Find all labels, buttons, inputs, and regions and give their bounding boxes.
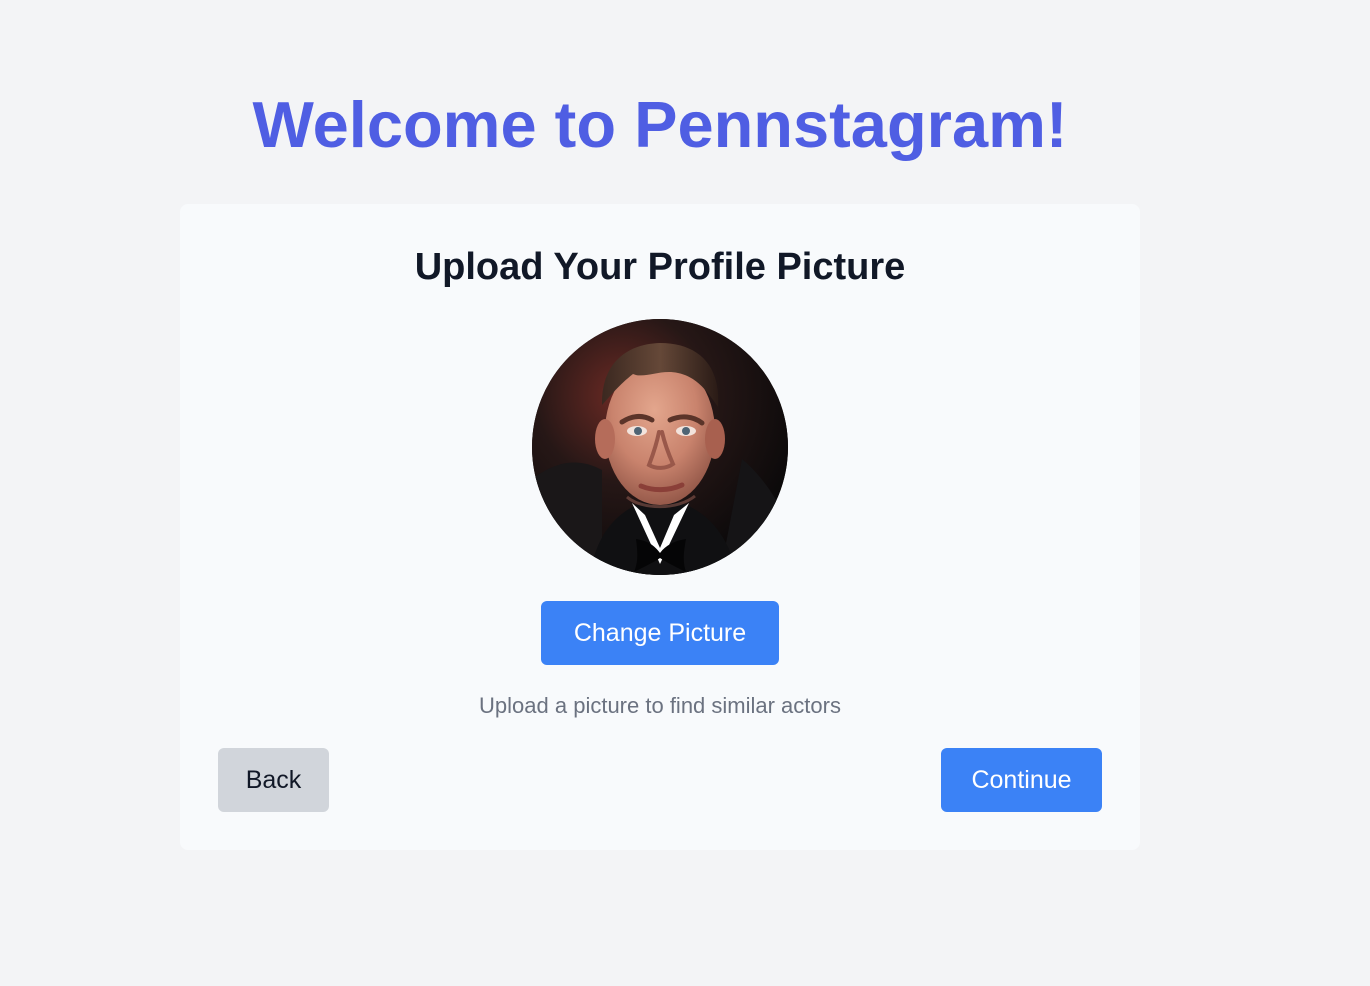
profile-avatar	[532, 319, 788, 575]
upload-hint: Upload a picture to find similar actors	[479, 693, 841, 718]
page-title: Welcome to Pennstagram!	[252, 88, 1068, 161]
continue-button[interactable]: Continue	[941, 748, 1102, 812]
profile-photo	[532, 319, 788, 575]
card-title: Upload Your Profile Picture	[414, 246, 906, 288]
change-picture-button[interactable]: Change Picture	[541, 601, 779, 665]
back-button[interactable]: Back	[218, 748, 329, 812]
